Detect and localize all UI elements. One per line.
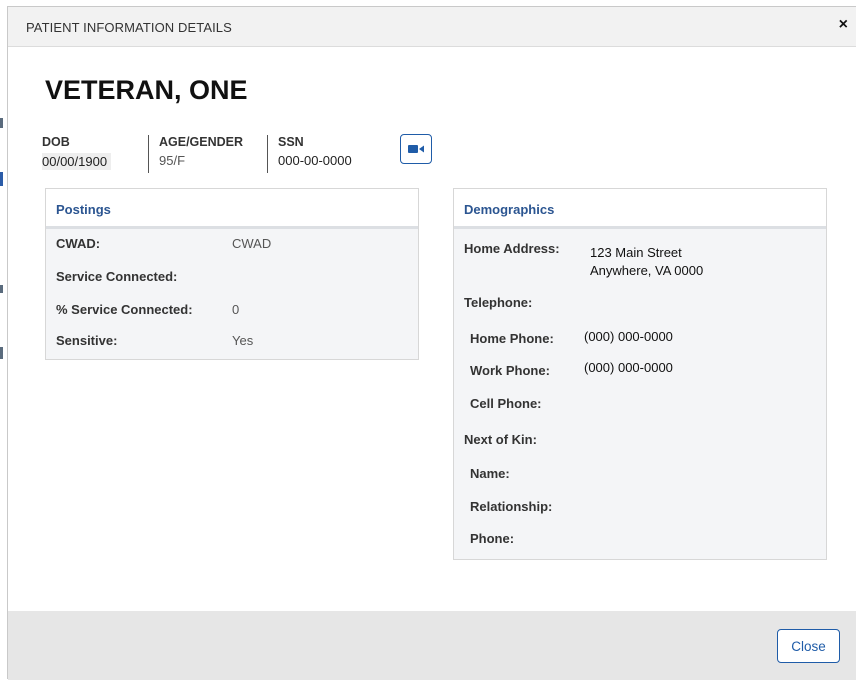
dob-label: DOB [42,135,70,149]
modal-title: PATIENT INFORMATION DETAILS [26,20,232,35]
home-phone-label: Home Phone: [470,331,554,346]
close-icon[interactable]: × [839,16,848,34]
service-connected-label: Service Connected: [56,269,178,284]
percent-service-connected-label: % Service Connected: [56,302,193,317]
background-marker [0,118,3,128]
demographics-panel: Demographics Home Address: 123 Main Stre… [453,188,827,560]
modal-header: PATIENT INFORMATION DETAILS × [8,7,856,47]
dob-value: 00/00/1900 [42,153,112,170]
home-address-label: Home Address: [464,241,560,256]
cwad-label: CWAD: [56,236,101,251]
ssn-field: SSN 000-00-0000 [267,135,352,173]
ssn-value: 000-00-0000 [278,153,352,168]
background-marker [0,347,3,359]
video-camera-icon [408,145,424,153]
home-phone-value: (000) 000-0000 [584,329,673,344]
background-marker [0,172,3,186]
sensitive-label: Sensitive: [56,333,118,348]
nok-phone-label: Phone: [470,531,515,546]
ssn-label: SSN [278,135,304,149]
age-gender-value: 95/F [159,153,186,168]
home-address-line1: 123 Main Street [590,245,682,260]
patient-info-modal: PATIENT INFORMATION DETAILS × VETERAN, O… [7,6,856,680]
work-phone-label: Work Phone: [470,363,550,378]
patient-name: VETERAN, ONE [45,75,248,105]
nok-relationship-label: Relationship: [470,499,553,514]
age-gender-field: AGE/GENDER 95/F [148,135,243,173]
next-of-kin-label: Next of Kin: [464,432,537,447]
modal-footer: Close [8,611,856,680]
sensitive-value: Yes [232,333,254,348]
age-gender-label: AGE/GENDER [159,135,244,149]
postings-title: Postings [46,189,418,229]
video-visit-button[interactable] [400,134,432,164]
cell-phone-label: Cell Phone: [470,396,542,411]
dob-field: DOB 00/00/1900 [42,135,112,170]
telephone-label: Telephone: [464,295,533,310]
work-phone-value: (000) 000-0000 [584,360,673,375]
home-address-line2: Anywhere, VA 0000 [590,263,704,278]
cwad-value: CWAD [232,236,272,251]
nok-name-label: Name: [470,466,510,481]
percent-service-connected-value: 0 [232,302,240,317]
demographics-title: Demographics [454,189,826,229]
close-button[interactable]: Close [777,629,840,663]
background-marker [0,285,3,293]
postings-panel: Postings CWAD: CWAD Service Connected: %… [45,188,419,360]
